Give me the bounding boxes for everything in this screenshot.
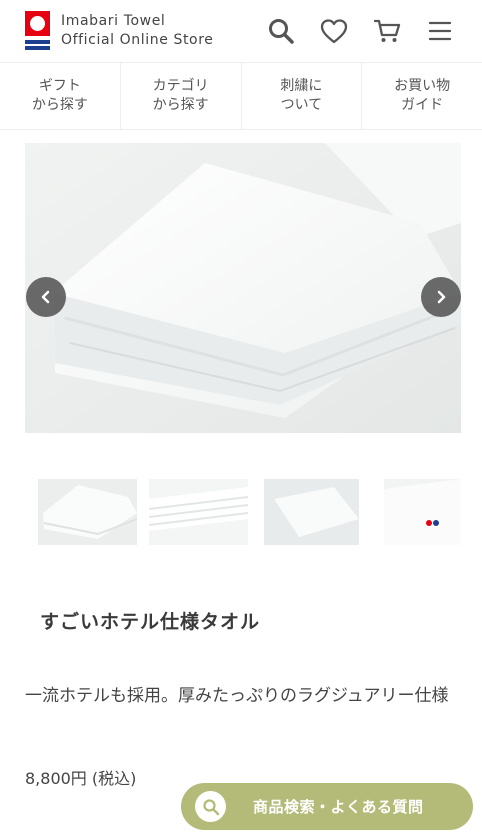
floating-search-faq-button[interactable]: 商品検索・よくある質問 [181,783,473,830]
chevron-left-icon [41,290,50,304]
logo-circle [30,16,45,31]
menu-icon[interactable] [425,16,455,46]
search-icon[interactable] [266,16,296,46]
thumbnail-strip [38,479,461,545]
floating-search-label: 商品検索・よくある質問 [253,798,424,816]
thumbnail-image[interactable] [264,479,359,545]
heart-icon[interactable] [319,16,349,46]
product-price: 8,800円 (税込) [25,769,137,788]
brand-line-2: Official Online Store [61,32,214,48]
product-description: 一流ホテルも採用。厚みたっぷりのラグジュアリー仕様 [25,686,449,706]
chevron-right-icon [437,290,446,304]
imabari-logo[interactable] [25,11,50,51]
nav-item-embroidery[interactable]: 刺繍に ついて [242,63,363,129]
nav-item-shopping-guide[interactable]: お買い物 ガイド [362,63,482,129]
towel-image [25,143,461,433]
brand-line-1: Imabari Towel [61,13,166,29]
nav-item-gift[interactable]: ギフト から探す [0,63,121,129]
cart-icon[interactable] [372,16,402,46]
thumbnail-image[interactable] [384,479,461,545]
thumbnail-image[interactable] [38,479,137,545]
search-icon [195,791,226,822]
thumbnail-image[interactable] [149,479,248,545]
product-image-carousel[interactable] [25,143,461,433]
logo-stripe [25,46,50,50]
logo-stripe [25,40,50,44]
product-title: すごいホテル仕様タオル [40,611,261,633]
site-header: Imabari Towel Official Online Store [0,0,482,62]
brand-name[interactable]: Imabari Towel Official Online Store [61,12,213,50]
category-nav: ギフト から探す カテゴリ から探す 刺繍に ついて お買い物 ガイド [0,62,482,130]
carousel-prev-button[interactable] [26,277,66,317]
nav-item-category[interactable]: カテゴリ から探す [121,63,242,129]
carousel-next-button[interactable] [421,277,461,317]
